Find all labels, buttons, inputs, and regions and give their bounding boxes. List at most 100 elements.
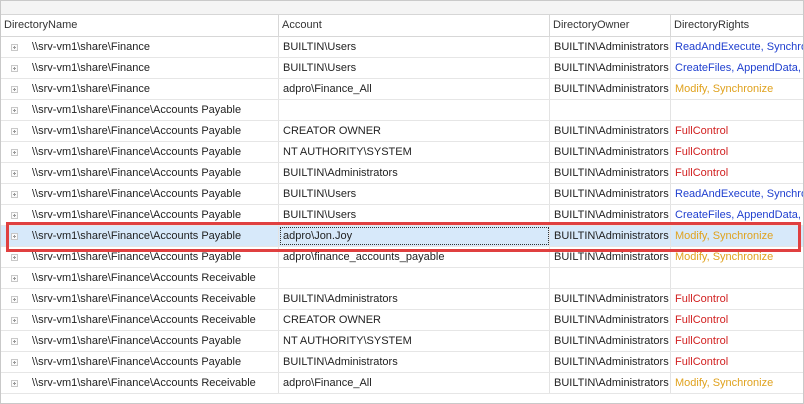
expand-plus-icon[interactable] [11, 211, 18, 219]
expand-plus-icon[interactable] [11, 169, 18, 177]
expand-plus-icon[interactable] [11, 337, 18, 345]
directory-name-cell[interactable]: \\srv-vm1\share\Finance\Accounts Payable [1, 352, 279, 372]
directory-owner-cell[interactable]: BUILTIN\Administrators [550, 163, 671, 183]
table-row[interactable]: \\srv-vm1\share\Finance\Accounts Payable… [1, 352, 803, 373]
account-cell[interactable]: BUILTIN\Users [279, 58, 550, 78]
directory-rights-cell[interactable]: FullControl [671, 142, 803, 162]
directory-rights-cell[interactable]: FullControl [671, 289, 803, 309]
expand-plus-icon[interactable] [11, 190, 18, 198]
expand-plus-icon[interactable] [11, 127, 18, 135]
table-row[interactable]: \\srv-vm1\share\Finance\Accounts Payable… [1, 163, 803, 184]
directory-name-cell[interactable]: \\srv-vm1\share\Finance\Accounts Payable [1, 184, 279, 204]
table-row[interactable]: \\srv-vm1\share\Finance\Accounts Payable… [1, 247, 803, 268]
account-cell[interactable]: BUILTIN\Users [279, 205, 550, 225]
directory-rights-cell[interactable]: Modify, Synchronize [671, 373, 803, 393]
directory-name-cell[interactable]: \\srv-vm1\share\Finance [1, 79, 279, 99]
directory-rights-cell[interactable]: FullControl [671, 121, 803, 141]
directory-rights-cell[interactable]: FullControl [671, 163, 803, 183]
expand-plus-icon[interactable] [11, 232, 18, 240]
directory-owner-cell[interactable] [550, 268, 671, 288]
table-row[interactable]: \\srv-vm1\share\Finance adpro\Finance_All… [1, 79, 803, 100]
directory-name-cell[interactable]: \\srv-vm1\share\Finance\Accounts Payable [1, 100, 279, 120]
expand-plus-icon[interactable] [11, 295, 18, 303]
directory-owner-cell[interactable]: BUILTIN\Administrators [550, 331, 671, 351]
table-row[interactable]: \\srv-vm1\share\Finance\Accounts Receiva… [1, 289, 803, 310]
directory-owner-cell[interactable]: BUILTIN\Administrators [550, 247, 671, 267]
directory-rights-cell[interactable] [671, 100, 803, 120]
column-header-directory-rights[interactable]: DirectoryRights [671, 15, 803, 36]
directory-rights-cell[interactable]: Modify, Synchronize [671, 226, 803, 246]
table-row[interactable]: \\srv-vm1\share\Finance\Accounts Receiva… [1, 310, 803, 331]
expand-plus-icon[interactable] [11, 148, 18, 156]
table-row[interactable]: \\srv-vm1\share\Finance BUILTIN\Users BUIL… [1, 58, 803, 79]
account-cell[interactable]: CREATOR OWNER [279, 121, 550, 141]
expand-plus-icon[interactable] [11, 316, 18, 324]
directory-name-cell[interactable]: \\srv-vm1\share\Finance\Accounts Receiva… [1, 268, 279, 288]
expand-plus-icon[interactable] [11, 106, 18, 114]
expand-plus-icon[interactable] [11, 358, 18, 366]
column-header-directory-name[interactable]: DirectoryName [1, 15, 279, 36]
table-row[interactable]: \\srv-vm1\share\Finance\Accounts Receiva… [1, 268, 803, 289]
directory-name-cell[interactable]: \\srv-vm1\share\Finance\Accounts Payable [1, 163, 279, 183]
table-row[interactable]: \\srv-vm1\share\Finance\Accounts Payable… [1, 205, 803, 226]
table-row[interactable]: \\srv-vm1\share\Finance\Accounts Payable… [1, 142, 803, 163]
account-cell[interactable]: NT AUTHORITY\SYSTEM [279, 331, 550, 351]
directory-name-cell[interactable]: \\srv-vm1\share\Finance\Accounts Payable [1, 247, 279, 267]
directory-owner-cell[interactable]: BUILTIN\Administrators [550, 373, 671, 393]
account-cell[interactable]: BUILTIN\Administrators [279, 289, 550, 309]
account-cell[interactable]: BUILTIN\Users [279, 37, 550, 57]
directory-rights-cell[interactable]: ReadAndExecute, Synchro [671, 37, 803, 57]
directory-owner-cell[interactable]: BUILTIN\Administrators [550, 184, 671, 204]
table-row[interactable]: \\srv-vm1\share\Finance BUILTIN\Users BUIL… [1, 37, 803, 58]
expand-plus-icon[interactable] [11, 253, 18, 261]
account-cell[interactable]: BUILTIN\Users [279, 184, 550, 204]
directory-owner-cell[interactable] [550, 100, 671, 120]
directory-owner-cell[interactable]: BUILTIN\Administrators [550, 226, 671, 246]
column-header-directory-owner[interactable]: DirectoryOwner [550, 15, 671, 36]
directory-owner-cell[interactable]: BUILTIN\Administrators [550, 310, 671, 330]
account-cell[interactable]: NT AUTHORITY\SYSTEM [279, 142, 550, 162]
account-cell[interactable]: adpro\Jon.Joy [279, 226, 550, 246]
directory-name-cell[interactable]: \\srv-vm1\share\Finance\Accounts Payable [1, 331, 279, 351]
table-row[interactable]: \\srv-vm1\share\Finance\Accounts Payable… [1, 226, 803, 247]
directory-name-cell[interactable]: \\srv-vm1\share\Finance\Accounts Payable [1, 142, 279, 162]
directory-name-cell[interactable]: \\srv-vm1\share\Finance\Accounts Payable [1, 205, 279, 225]
directory-owner-cell[interactable]: BUILTIN\Administrators [550, 79, 671, 99]
account-cell[interactable]: adpro\Finance_All [279, 373, 550, 393]
directory-rights-cell[interactable]: CreateFiles, AppendData, [671, 58, 803, 78]
directory-name-cell[interactable]: \\srv-vm1\share\Finance [1, 58, 279, 78]
directory-rights-cell[interactable]: Modify, Synchronize [671, 247, 803, 267]
expand-plus-icon[interactable] [11, 43, 18, 51]
directory-name-cell[interactable]: \\srv-vm1\share\Finance\Accounts Payable [1, 121, 279, 141]
account-cell[interactable] [279, 268, 550, 288]
directory-owner-cell[interactable]: BUILTIN\Administrators [550, 121, 671, 141]
directory-owner-cell[interactable]: BUILTIN\Administrators [550, 289, 671, 309]
table-row[interactable]: \\srv-vm1\share\Finance\Accounts Payable… [1, 121, 803, 142]
account-cell[interactable]: CREATOR OWNER [279, 310, 550, 330]
column-header-account[interactable]: Account [279, 15, 550, 36]
directory-rights-cell[interactable]: FullControl [671, 331, 803, 351]
table-row[interactable]: \\srv-vm1\share\Finance\Accounts Payable… [1, 184, 803, 205]
table-row[interactable]: \\srv-vm1\share\Finance\Accounts Payable [1, 100, 803, 121]
directory-owner-cell[interactable]: BUILTIN\Administrators [550, 205, 671, 225]
directory-name-cell[interactable]: \\srv-vm1\share\Finance\Accounts Payable [1, 226, 279, 246]
table-row[interactable]: \\srv-vm1\share\Finance\Accounts Receiva… [1, 373, 803, 394]
directory-rights-cell[interactable]: Modify, Synchronize [671, 79, 803, 99]
directory-owner-cell[interactable]: BUILTIN\Administrators [550, 37, 671, 57]
directory-rights-cell[interactable] [671, 268, 803, 288]
directory-rights-cell[interactable]: FullControl [671, 310, 803, 330]
expand-plus-icon[interactable] [11, 274, 18, 282]
directory-name-cell[interactable]: \\srv-vm1\share\Finance\Accounts Receiva… [1, 373, 279, 393]
directory-name-cell[interactable]: \\srv-vm1\share\Finance\Accounts Receiva… [1, 310, 279, 330]
expand-plus-icon[interactable] [11, 85, 18, 93]
account-cell[interactable]: BUILTIN\Administrators [279, 352, 550, 372]
directory-rights-cell[interactable]: CreateFiles, AppendData, [671, 205, 803, 225]
directory-name-cell[interactable]: \\srv-vm1\share\Finance\Accounts Receiva… [1, 289, 279, 309]
expand-plus-icon[interactable] [11, 379, 18, 387]
account-cell[interactable] [279, 100, 550, 120]
table-row[interactable]: \\srv-vm1\share\Finance\Accounts Payable… [1, 331, 803, 352]
directory-name-cell[interactable]: \\srv-vm1\share\Finance [1, 37, 279, 57]
account-cell[interactable]: adpro\Finance_All [279, 79, 550, 99]
expand-plus-icon[interactable] [11, 64, 18, 72]
directory-owner-cell[interactable]: BUILTIN\Administrators [550, 142, 671, 162]
